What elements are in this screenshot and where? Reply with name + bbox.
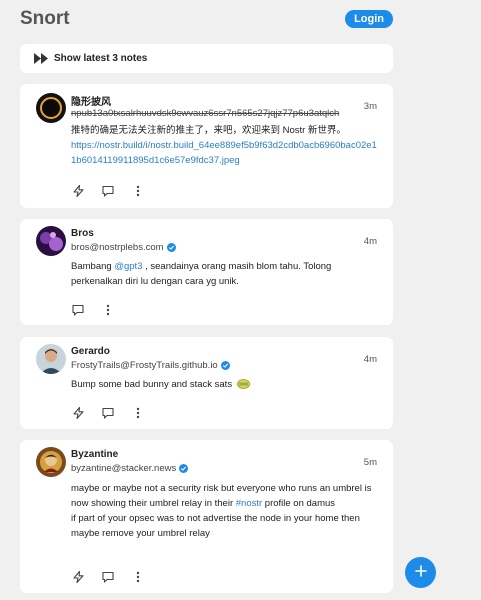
- fast-forward-icon: [34, 53, 50, 64]
- note-content: Bump some bad bunny and stack sats: [71, 377, 377, 394]
- reply-icon[interactable]: [102, 185, 114, 197]
- plus-icon: [414, 564, 427, 582]
- note-card[interactable]: 隐形披风 npub13a0txsalrhuuvdsk9cwvauz6ssr7n5…: [20, 84, 393, 208]
- author-nip05: FrostyTrails@FrostyTrails.github.io: [71, 360, 230, 371]
- verified-icon: [220, 361, 230, 370]
- note-text: if part of your opsec was to not adverti…: [71, 513, 360, 539]
- more-icon[interactable]: [132, 407, 144, 419]
- note-text: Bump some bad bunny and stack sats: [71, 379, 233, 390]
- note-actions: [72, 571, 162, 583]
- verified-icon: [179, 464, 189, 473]
- more-icon[interactable]: [102, 304, 114, 316]
- note-actions: [72, 407, 162, 419]
- author-npub: npub13a0txsalrhuuvdsk9cwvauz6ssr7n565s27…: [71, 108, 340, 119]
- more-icon[interactable]: [132, 571, 144, 583]
- note-text: Bambang: [71, 261, 115, 272]
- note-time[interactable]: 5m: [364, 457, 377, 468]
- reply-icon[interactable]: [102, 571, 114, 583]
- note-text: 推特的确是无法关注新的推主了，来吧，欢迎来到 Nostr 新世界。: [71, 125, 346, 136]
- hashtag-link[interactable]: #nostr: [236, 498, 262, 509]
- reply-icon[interactable]: [102, 407, 114, 419]
- zap-icon[interactable]: [72, 571, 84, 583]
- new-note-button[interactable]: [405, 557, 436, 588]
- mention-link[interactable]: @gpt3: [114, 261, 142, 272]
- show-latest-label: Show latest 3 notes: [54, 53, 148, 64]
- zap-icon[interactable]: [72, 185, 84, 197]
- reply-icon[interactable]: [72, 304, 84, 316]
- note-content: maybe or maybe not a security risk but e…: [71, 481, 377, 541]
- avatar[interactable]: [36, 226, 66, 256]
- note-content: 推特的确是无法关注新的推主了，来吧，欢迎来到 Nostr 新世界。 https:…: [71, 123, 377, 168]
- login-button[interactable]: Login: [345, 10, 393, 28]
- avatar[interactable]: [36, 344, 66, 374]
- app-logo[interactable]: Snort: [20, 8, 70, 30]
- note-actions: [72, 185, 162, 197]
- author-name[interactable]: Gerardo: [71, 346, 110, 357]
- note-card[interactable]: Bros bros@nostrplebs.com 4m Bambang @gpt…: [20, 219, 393, 325]
- note-link[interactable]: https://nostr.build/i/nostr.build_64ee88…: [71, 138, 377, 168]
- author-nip05: bros@nostrplebs.com: [71, 242, 176, 253]
- note-actions: [72, 304, 132, 316]
- nip05-text: byzantine@stacker.news: [71, 463, 177, 474]
- avatar[interactable]: [36, 447, 66, 477]
- verified-icon: [166, 243, 176, 252]
- nip05-text: FrostyTrails@FrostyTrails.github.io: [71, 360, 218, 371]
- zap-icon[interactable]: [72, 407, 84, 419]
- note-time[interactable]: 3m: [364, 101, 377, 112]
- note-card[interactable]: Gerardo FrostyTrails@FrostyTrails.github…: [20, 337, 393, 429]
- note-time[interactable]: 4m: [364, 354, 377, 365]
- author-nip05: byzantine@stacker.news: [71, 463, 189, 474]
- author-name[interactable]: Byzantine: [71, 449, 118, 460]
- note-card[interactable]: Byzantine byzantine@stacker.news 5m mayb…: [20, 440, 393, 593]
- author-name[interactable]: Bros: [71, 228, 94, 239]
- money-emoji-icon: [236, 378, 250, 394]
- header: Snort Login: [20, 8, 393, 32]
- author-name[interactable]: 隐形披风: [71, 93, 111, 108]
- nip05-text: bros@nostrplebs.com: [71, 242, 164, 253]
- note-content: Bambang @gpt3 , seandainya orang masih b…: [71, 259, 377, 289]
- more-icon[interactable]: [132, 185, 144, 197]
- avatar[interactable]: [36, 93, 66, 123]
- show-latest-notes-button[interactable]: Show latest 3 notes: [20, 44, 393, 73]
- note-text: profile on damus: [262, 498, 336, 509]
- note-time[interactable]: 4m: [364, 236, 377, 247]
